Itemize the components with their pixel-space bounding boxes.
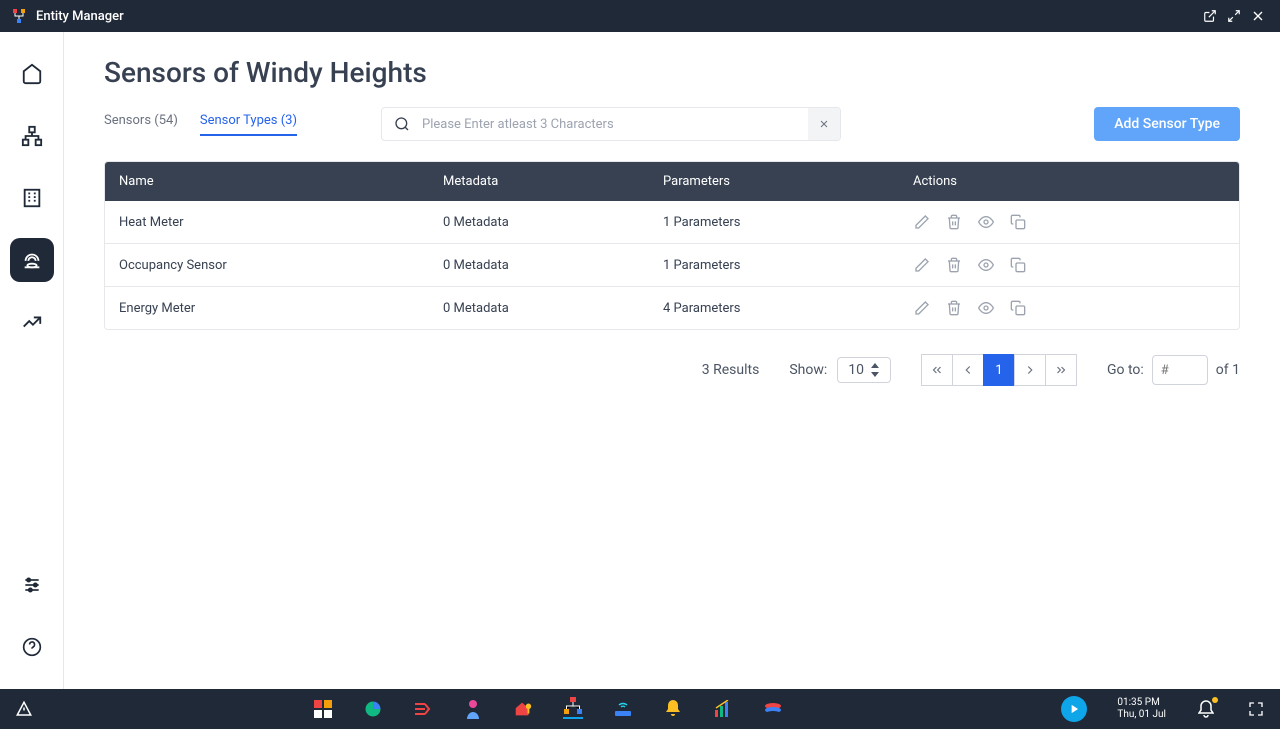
taskbar-flow-icon[interactable] — [413, 699, 433, 719]
edit-icon[interactable] — [913, 213, 931, 231]
col-header-parameters: Parameters — [663, 174, 913, 189]
page-title: Sensors of Windy Heights — [104, 56, 1240, 89]
cell-parameters: 1 Parameters — [663, 215, 913, 230]
taskbar-bell-icon[interactable] — [663, 699, 683, 719]
table-row: Heat Meter 0 Metadata 1 Parameters — [105, 201, 1239, 244]
view-icon[interactable] — [977, 299, 995, 317]
page-size-select[interactable]: 10 — [837, 357, 891, 383]
cell-actions — [913, 299, 1225, 317]
view-icon[interactable] — [977, 256, 995, 274]
cell-metadata: 0 Metadata — [443, 258, 663, 273]
page-first[interactable] — [921, 354, 953, 386]
taskbar-user-icon[interactable] — [463, 699, 483, 719]
edit-icon[interactable] — [913, 299, 931, 317]
table-header: Name Metadata Parameters Actions — [105, 162, 1239, 201]
taskbar-layers-icon[interactable] — [763, 699, 783, 719]
popout-icon[interactable] — [1198, 4, 1222, 28]
col-header-metadata: Metadata — [443, 174, 663, 189]
taskbar-play-icon[interactable] — [1061, 696, 1087, 722]
tab-sensor-types[interactable]: Sensor Types (3) — [200, 113, 297, 136]
clear-search-icon[interactable] — [808, 108, 840, 140]
taskbar-tree-icon[interactable] — [563, 699, 583, 719]
taskbar-bars-icon[interactable] — [713, 699, 733, 719]
cell-metadata: 0 Metadata — [443, 301, 663, 316]
goto-input[interactable] — [1152, 355, 1208, 385]
cell-actions — [913, 213, 1225, 231]
cell-parameters: 1 Parameters — [663, 258, 913, 273]
tabs: Sensors (54) Sensor Types (3) — [104, 113, 297, 136]
cell-name: Energy Meter — [119, 301, 443, 316]
sidebar — [0, 32, 64, 689]
table-row: Energy Meter 0 Metadata 4 Parameters — [105, 287, 1239, 329]
results-count: 3 Results — [702, 362, 760, 378]
app-title: Entity Manager — [36, 9, 124, 24]
goto-total: of 1 — [1216, 362, 1240, 378]
edit-icon[interactable] — [913, 256, 931, 274]
show-label: Show: — [789, 362, 827, 378]
delete-icon[interactable] — [945, 256, 963, 274]
search-icon — [382, 116, 422, 132]
pagination-bar: 3 Results Show: 10 1 Go to: of 1 — [104, 354, 1240, 386]
copy-icon[interactable] — [1009, 213, 1027, 231]
delete-icon[interactable] — [945, 299, 963, 317]
nav-settings[interactable] — [10, 563, 54, 607]
page-last[interactable] — [1045, 354, 1077, 386]
main-content: Sensors of Windy Heights Sensors (54) Se… — [64, 32, 1280, 689]
cell-name: Heat Meter — [119, 215, 443, 230]
cell-name: Occupancy Sensor — [119, 258, 443, 273]
cell-actions — [913, 256, 1225, 274]
cell-metadata: 0 Metadata — [443, 215, 663, 230]
taskbar: 01:35 PM Thu, 01 Jul — [0, 689, 1280, 729]
taskbar-clock: 01:35 PM Thu, 01 Jul — [1117, 697, 1166, 721]
cell-parameters: 4 Parameters — [663, 301, 913, 316]
nav-analytics[interactable] — [10, 300, 54, 344]
pagination-nav: 1 — [921, 354, 1077, 386]
page-prev[interactable] — [952, 354, 984, 386]
delete-icon[interactable] — [945, 213, 963, 231]
page-next[interactable] — [1014, 354, 1046, 386]
tab-sensors[interactable]: Sensors (54) — [104, 113, 178, 136]
app-icon — [10, 7, 28, 25]
taskbar-grid-icon[interactable] — [313, 699, 333, 719]
copy-icon[interactable] — [1009, 256, 1027, 274]
table-row: Occupancy Sensor 0 Metadata 1 Parameters — [105, 244, 1239, 287]
nav-building[interactable] — [10, 176, 54, 220]
search-input[interactable] — [422, 117, 808, 132]
taskbar-fullscreen-icon[interactable] — [1246, 699, 1266, 719]
taskbar-router-icon[interactable] — [613, 699, 633, 719]
titlebar: Entity Manager — [0, 0, 1280, 32]
nav-help[interactable] — [10, 625, 54, 669]
search-box — [381, 107, 841, 141]
taskbar-pie-icon[interactable] — [363, 699, 383, 719]
add-sensor-type-button[interactable]: Add Sensor Type — [1094, 107, 1240, 141]
taskbar-homekey-icon[interactable] — [513, 699, 533, 719]
maximize-icon[interactable] — [1222, 4, 1246, 28]
close-icon[interactable] — [1246, 4, 1270, 28]
col-header-name: Name — [119, 174, 443, 189]
nav-home[interactable] — [10, 52, 54, 96]
nav-hierarchy[interactable] — [10, 114, 54, 158]
taskbar-logo-icon[interactable] — [14, 699, 34, 719]
goto-label: Go to: — [1107, 362, 1144, 378]
col-header-actions: Actions — [913, 174, 1225, 189]
copy-icon[interactable] — [1009, 299, 1027, 317]
nav-sensors[interactable] — [10, 238, 54, 282]
view-icon[interactable] — [977, 213, 995, 231]
sensor-types-table: Name Metadata Parameters Actions Heat Me… — [104, 161, 1240, 330]
page-number[interactable]: 1 — [983, 354, 1015, 386]
taskbar-notifications-icon[interactable] — [1196, 699, 1216, 719]
